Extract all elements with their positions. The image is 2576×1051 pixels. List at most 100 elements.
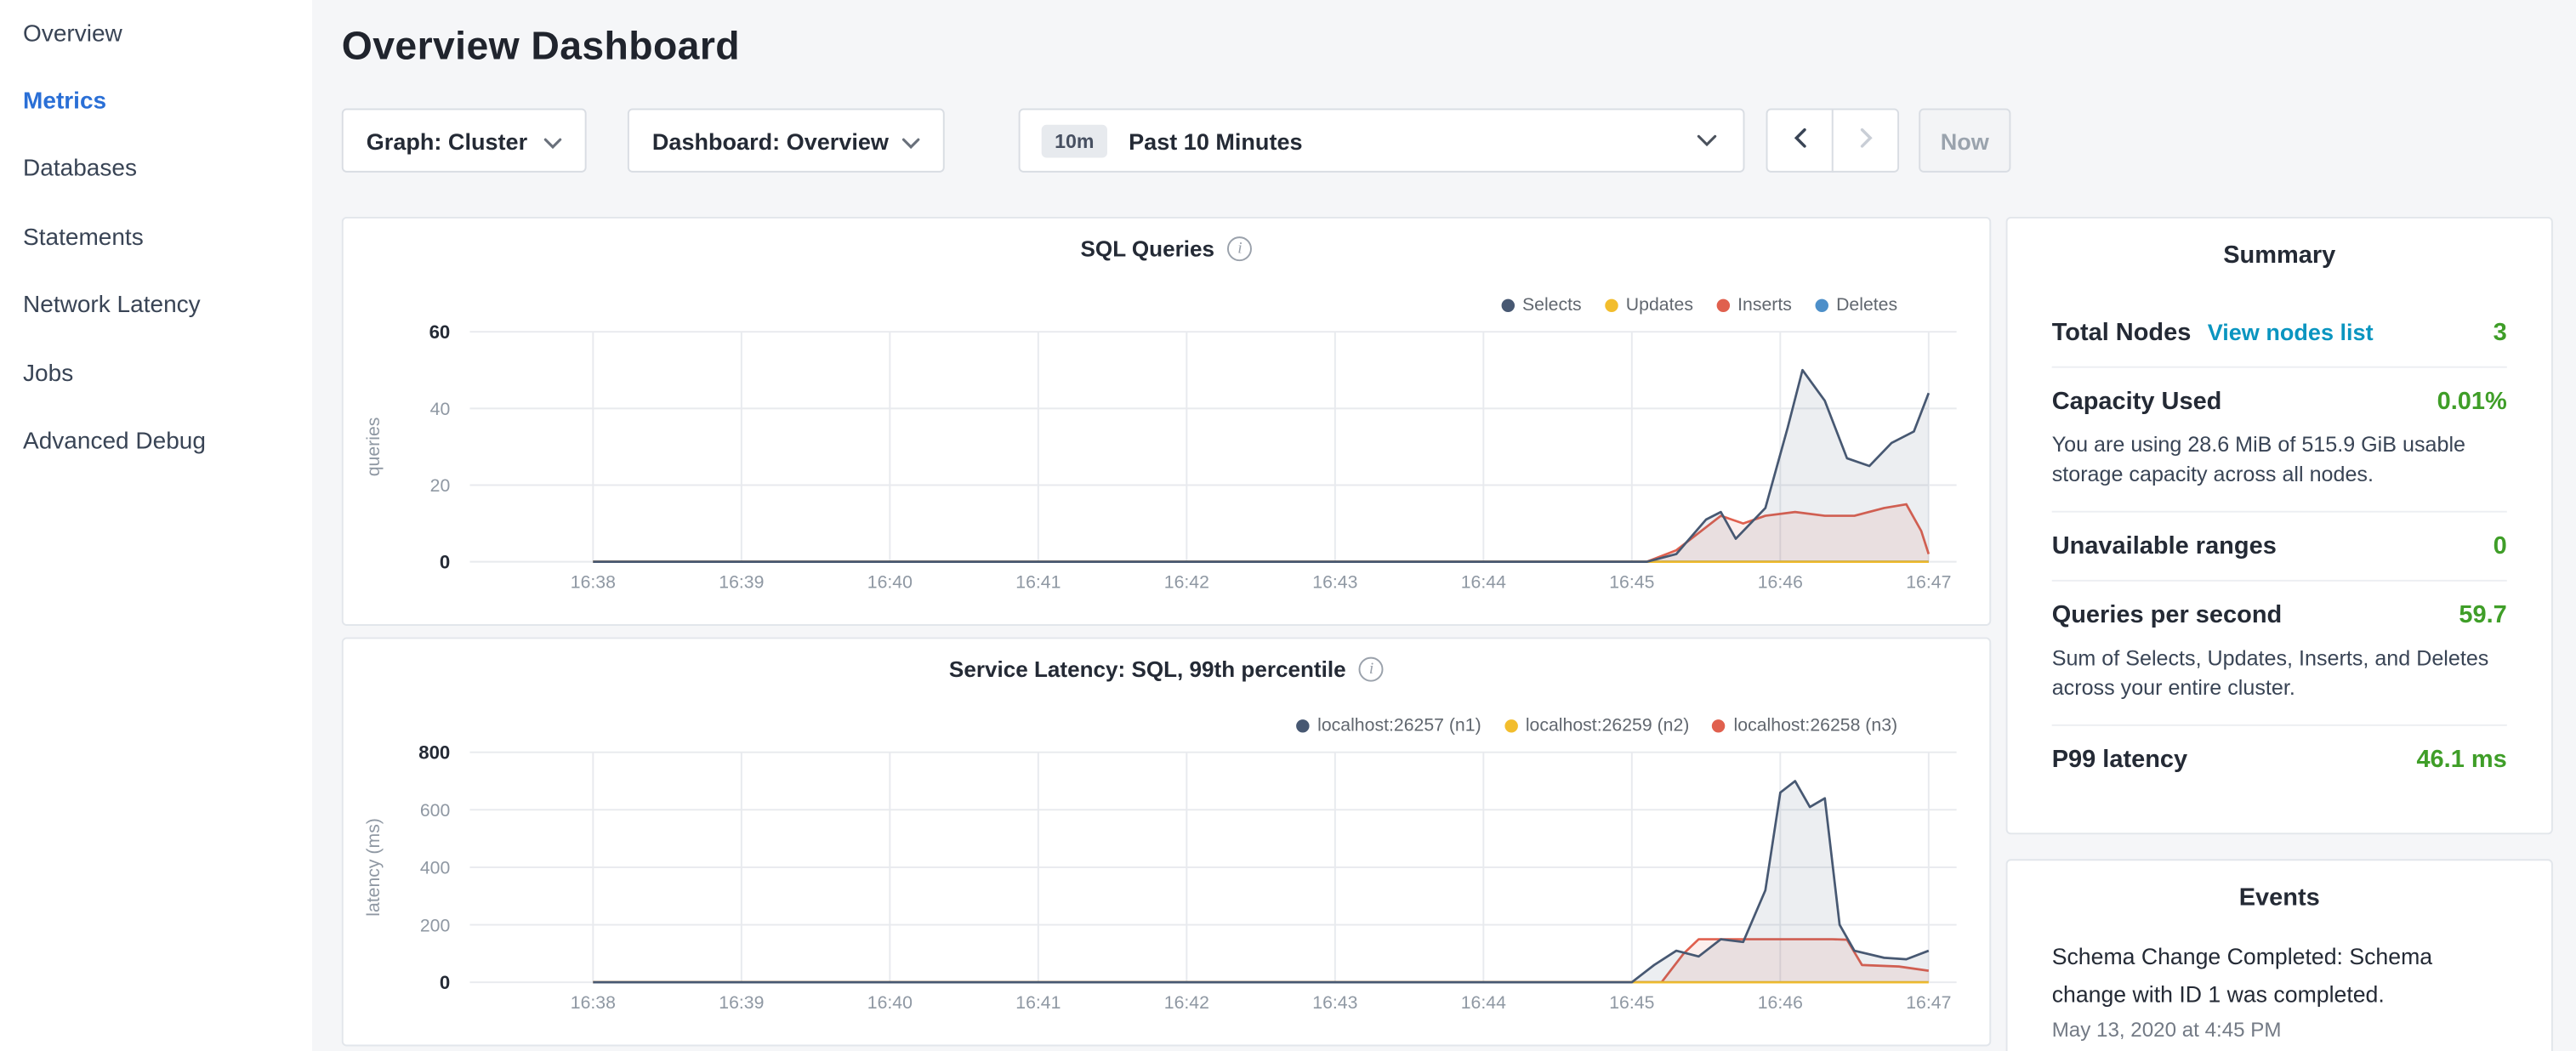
legend-dot-icon bbox=[1504, 719, 1517, 732]
chart-legend: Selects Updates Inserts Deletes bbox=[1501, 296, 1897, 315]
legend-item-localhost-26258-n3[interactable]: localhost:26258 (n3) bbox=[1712, 716, 1897, 736]
info-icon[interactable]: i bbox=[1359, 657, 1384, 682]
time-range-dropdown[interactable]: 10m Past 10 Minutes bbox=[1019, 108, 1745, 172]
legend-label: Inserts bbox=[1737, 296, 1792, 315]
sidebar-item-metrics[interactable]: Metrics bbox=[0, 68, 312, 136]
chevron-down-icon bbox=[543, 128, 561, 154]
legend-label: localhost:26259 (n2) bbox=[1526, 716, 1690, 736]
summary-subtext: Sum of Selects, Updates, Inserts, and De… bbox=[2052, 644, 2507, 704]
app-root: OverviewMetricsDatabasesStatementsNetwor… bbox=[0, 0, 2576, 1051]
chevron-right-icon bbox=[1859, 128, 1872, 153]
time-range-badge: 10m bbox=[1042, 124, 1107, 157]
svg-text:16:46: 16:46 bbox=[1758, 992, 1803, 1013]
svg-text:800: 800 bbox=[418, 741, 450, 763]
svg-text:16:47: 16:47 bbox=[1906, 992, 1951, 1013]
time-step-button-group bbox=[1766, 108, 1899, 172]
summary-label: Capacity Used bbox=[2052, 388, 2222, 416]
summary-title: Summary bbox=[2008, 241, 2551, 270]
chevron-down-icon bbox=[1697, 126, 1716, 156]
legend-dot-icon bbox=[1296, 719, 1309, 732]
legend-label: Selects bbox=[1522, 296, 1582, 315]
sidebar-item-databases[interactable]: Databases bbox=[0, 136, 312, 204]
summary-value: 46.1 ms bbox=[2416, 746, 2506, 774]
legend-item-inserts[interactable]: Inserts bbox=[1716, 296, 1792, 315]
svg-text:40: 40 bbox=[430, 399, 451, 419]
legend-item-localhost-26257-n1[interactable]: localhost:26257 (n1) bbox=[1296, 716, 1481, 736]
svg-text:queries: queries bbox=[363, 418, 384, 477]
svg-text:16:41: 16:41 bbox=[1015, 572, 1061, 593]
svg-text:16:45: 16:45 bbox=[1609, 572, 1654, 593]
legend-item-deletes[interactable]: Deletes bbox=[1815, 296, 1897, 315]
svg-text:16:40: 16:40 bbox=[867, 992, 913, 1013]
sidebar: OverviewMetricsDatabasesStatementsNetwor… bbox=[0, 0, 312, 1051]
summary-label: Unavailable ranges bbox=[2052, 532, 2277, 560]
events-panel: Events Schema Change Completed: Schema c… bbox=[2006, 859, 2553, 1051]
graph-scope-dropdown[interactable]: Graph: Cluster bbox=[342, 108, 587, 172]
info-icon[interactable]: i bbox=[1227, 236, 1252, 261]
sidebar-item-overview[interactable]: Overview bbox=[0, 0, 312, 68]
summary-row-unavailable-ranges: Unavailable ranges 0 bbox=[2052, 513, 2507, 582]
chevron-left-icon bbox=[1793, 128, 1805, 153]
legend-item-localhost-26259-n2[interactable]: localhost:26259 (n2) bbox=[1504, 716, 1690, 736]
svg-text:0: 0 bbox=[440, 972, 450, 993]
summary-rows: Total NodesView nodes list3Capacity Used… bbox=[2052, 299, 2507, 793]
svg-text:16:46: 16:46 bbox=[1758, 572, 1803, 593]
summary-row-total-nodes: Total NodesView nodes list3 bbox=[2052, 299, 2507, 368]
chevron-down-icon bbox=[902, 128, 920, 154]
legend-label: localhost:26257 (n1) bbox=[1317, 716, 1481, 736]
summary-row-queries-per-second: Queries per second59.7 Sum of Selects, Up… bbox=[2052, 582, 2507, 726]
sql-queries-chart: 16:3816:3916:4016:4116:4216:4316:4416:45… bbox=[344, 219, 1990, 624]
summary-value: 0 bbox=[2494, 532, 2507, 560]
page-title: Overview Dashboard bbox=[342, 25, 740, 71]
legend-item-updates[interactable]: Updates bbox=[1605, 296, 1693, 315]
summary-label: Total Nodes bbox=[2052, 319, 2192, 347]
legend-dot-icon bbox=[1815, 299, 1828, 312]
sidebar-item-jobs[interactable]: Jobs bbox=[0, 340, 312, 408]
svg-text:16:39: 16:39 bbox=[719, 572, 764, 593]
legend-item-selects[interactable]: Selects bbox=[1501, 296, 1582, 315]
svg-text:16:39: 16:39 bbox=[719, 992, 764, 1013]
chart-legend: localhost:26257 (n1) localhost:26259 (n2)… bbox=[1296, 716, 1897, 736]
sql-queries-panel: SQL Queries i SelectsUpdatesInsertsDelet… bbox=[342, 217, 1991, 626]
event-item[interactable]: Schema Change Completed: Schema change w… bbox=[2052, 938, 2507, 1042]
svg-text:16:43: 16:43 bbox=[1312, 572, 1357, 593]
svg-text:60: 60 bbox=[429, 321, 451, 343]
legend-dot-icon bbox=[1605, 299, 1618, 312]
svg-text:0: 0 bbox=[440, 551, 450, 572]
svg-text:16:42: 16:42 bbox=[1164, 572, 1209, 593]
summary-row-p99-latency: P99 latency 46.1 ms bbox=[2052, 725, 2507, 793]
summary-value: 0.01% bbox=[2437, 388, 2507, 416]
svg-text:16:44: 16:44 bbox=[1461, 992, 1506, 1013]
service-latency-chart: 16:3816:3916:4016:4116:4216:4316:4416:45… bbox=[344, 639, 1990, 1044]
summary-row-head: Queries per second59.7 bbox=[2052, 601, 2507, 629]
svg-text:600: 600 bbox=[420, 800, 450, 821]
svg-text:20: 20 bbox=[430, 475, 451, 496]
svg-text:latency (ms): latency (ms) bbox=[363, 818, 384, 917]
now-button[interactable]: Now bbox=[1919, 108, 2010, 172]
svg-text:16:41: 16:41 bbox=[1015, 992, 1061, 1013]
svg-text:16:44: 16:44 bbox=[1461, 572, 1506, 593]
view-nodes-list-link[interactable]: View nodes list bbox=[2208, 319, 2374, 345]
time-range-label: Past 10 Minutes bbox=[1129, 128, 1302, 154]
sidebar-item-statements[interactable]: Statements bbox=[0, 204, 312, 272]
legend-label: localhost:26258 (n3) bbox=[1734, 716, 1898, 736]
events-title: Events bbox=[2008, 883, 2551, 912]
svg-text:16:38: 16:38 bbox=[571, 572, 616, 593]
svg-text:400: 400 bbox=[420, 858, 450, 878]
svg-text:16:45: 16:45 bbox=[1609, 992, 1654, 1013]
time-back-button[interactable] bbox=[1766, 108, 1834, 172]
sidebar-item-advanced-debug[interactable]: Advanced Debug bbox=[0, 408, 312, 476]
service-latency-panel: Service Latency: SQL, 99th percentile i … bbox=[342, 637, 1991, 1046]
svg-text:200: 200 bbox=[420, 915, 450, 935]
summary-row-head: P99 latency 46.1 ms bbox=[2052, 746, 2507, 774]
time-forward-button[interactable] bbox=[1832, 108, 1899, 172]
chart-title-row: Service Latency: SQL, 99th percentile i bbox=[344, 657, 1990, 682]
summary-row-capacity-used: Capacity Used0.01%You are using 28.6 MiB… bbox=[2052, 368, 2507, 513]
svg-text:16:47: 16:47 bbox=[1906, 572, 1951, 593]
summary-row-head: Unavailable ranges 0 bbox=[2052, 532, 2507, 560]
sidebar-item-network-latency[interactable]: Network Latency bbox=[0, 272, 312, 340]
legend-dot-icon bbox=[1716, 299, 1729, 312]
dashboard-dropdown[interactable]: Dashboard: Overview bbox=[628, 108, 945, 172]
svg-text:16:43: 16:43 bbox=[1312, 992, 1357, 1013]
summary-label: P99 latency bbox=[2052, 746, 2187, 774]
